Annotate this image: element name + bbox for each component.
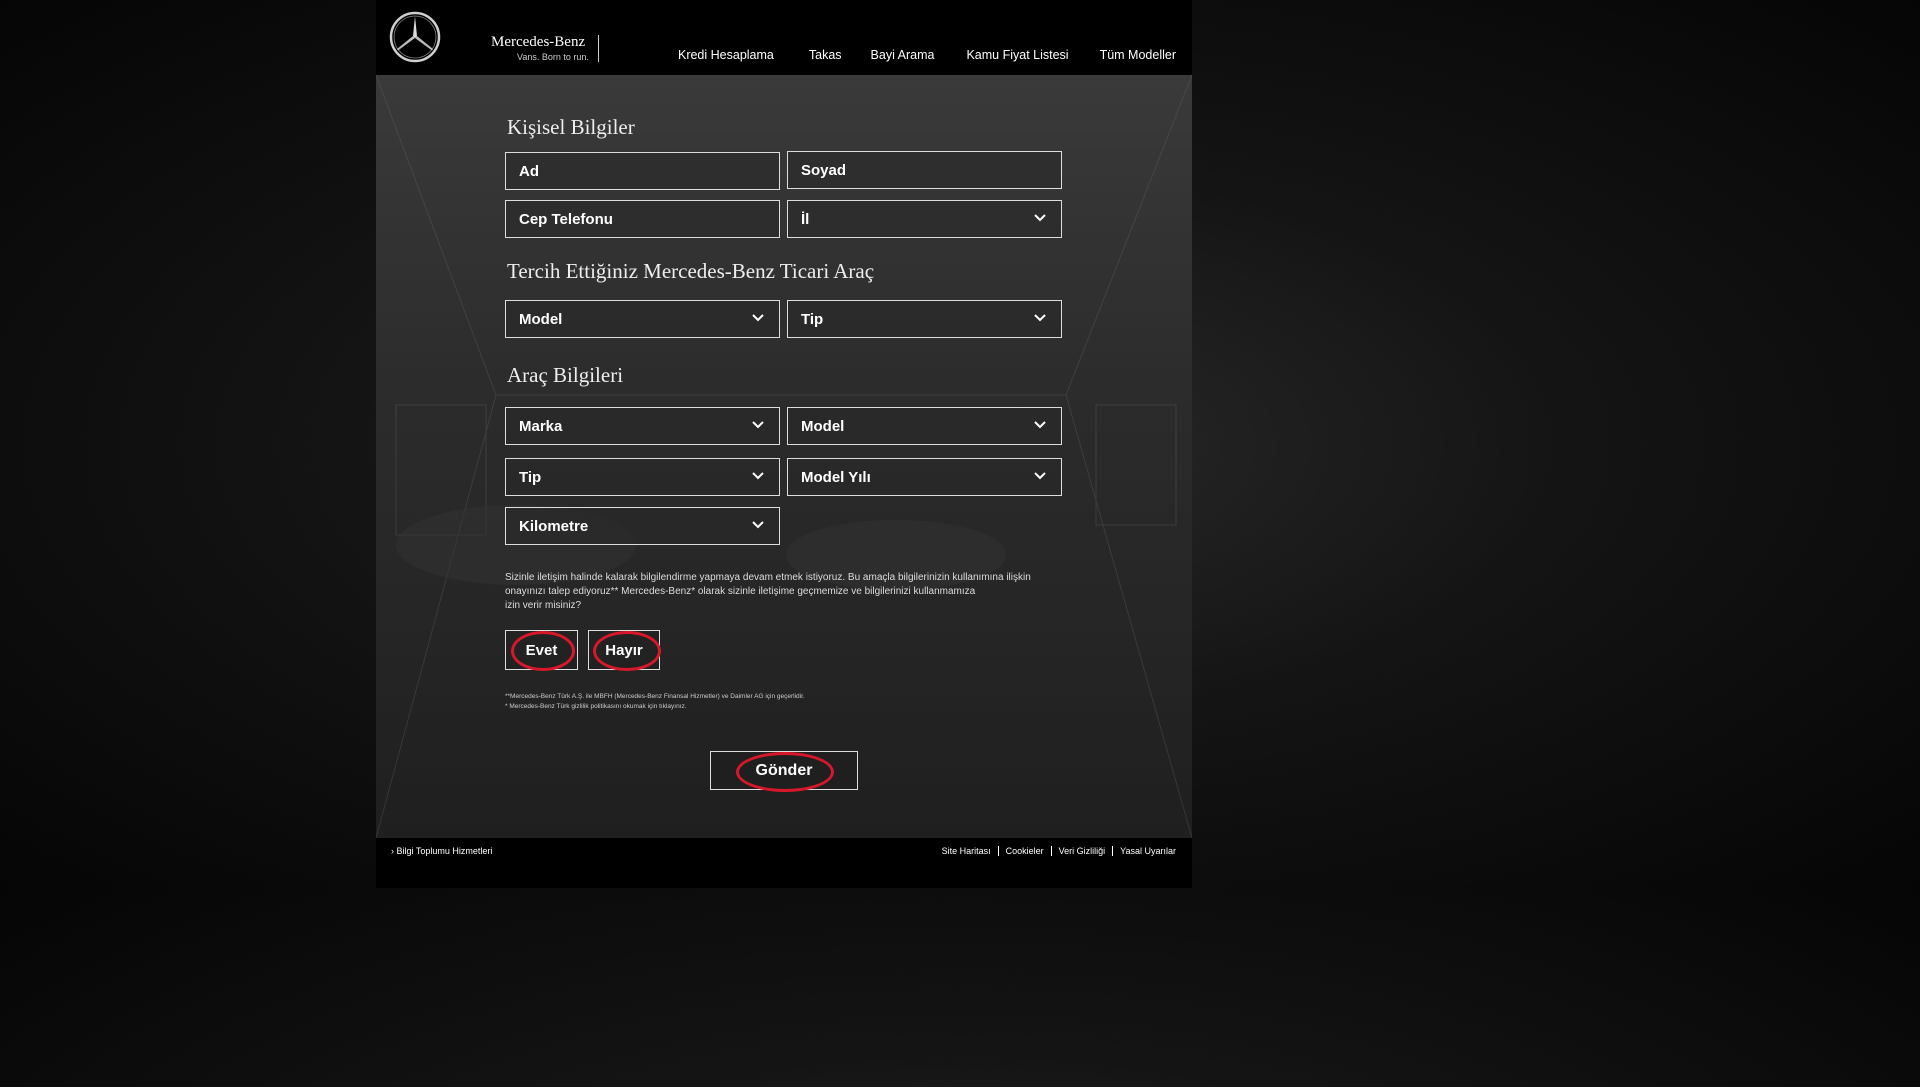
header: Mercedes-Benz Vans. Born to run. Kredi H… [376,0,1192,75]
vehicle-info-title: Araç Bilgileri [507,363,624,387]
privacy-policy-link[interactable]: * Mercedes-Benz Türk gizlilik politikası… [505,702,805,712]
preferred-model-label: Model [519,310,563,328]
vehicle-brand-label: Marka [519,417,563,435]
vehicle-brand-select[interactable]: Marka [505,407,780,445]
brand-tagline: Vans. Born to run. [517,52,589,62]
preferred-type-label: Tip [801,310,824,328]
preferred-vehicle-title: Tercih Ettiğiniz Mercedes-Benz Ticari Ar… [507,259,875,283]
last-name-placeholder: Soyad [801,161,847,179]
footer-link-legal[interactable]: Yasal Uyarılar [1120,846,1176,856]
preferred-model-select[interactable]: Model [505,300,780,338]
vehicle-model-label: Model [801,417,845,435]
garage-background [376,75,1192,838]
consent-yes-button[interactable]: Evet [505,630,578,670]
consent-line: Sizinle iletişim halinde kalarak bilgile… [505,572,1031,583]
city-placeholder: İl [801,210,810,228]
footer-links: Site Haritası Cookieler Veri Gizliliği Y… [942,846,1176,856]
vehicle-year-label: Model Yılı [801,468,871,486]
footer-separator [1050,846,1052,856]
form-area: Kişisel Bilgiler Ad Soyad Cep Telefonu İ… [376,75,1192,838]
footer-left-link[interactable]: › Bilgi Toplumu Hizmetleri [391,846,492,856]
fine-print-line: **Mercedes-Benz Türk A.Ş. ile MBFH (Merc… [505,693,805,700]
consent-line: onayınızı talep ediyoruz** Mercedes-Benz… [505,586,976,597]
vehicle-year-select[interactable]: Model Yılı [787,458,1062,496]
main-nav: Kredi Hesaplama Takas Bayi Arama Kamu Fi… [678,48,1176,62]
preferred-type-select[interactable]: Tip [787,300,1062,338]
chevron-down-icon [752,521,764,529]
consent-yes-label: Evet [525,641,558,659]
mercedes-star-logo[interactable] [389,11,441,63]
nav-tum-modeller[interactable]: Tüm Modeller [1100,48,1176,62]
vehicle-model-select[interactable]: Model [787,407,1062,445]
footer-separator [997,846,999,856]
chevron-down-icon [1034,314,1046,322]
consent-line: izin verir misiniz? [505,600,582,611]
submit-label: Gönder [755,761,813,779]
nav-kamu-fiyat-listesi[interactable]: Kamu Fiyat Listesi [966,48,1068,62]
vehicle-type-label: Tip [519,468,542,486]
personal-info-title: Kişisel Bilgiler [507,115,635,139]
consent-no-label: Hayır [605,641,643,659]
footer-link-privacy[interactable]: Veri Gizliliği [1059,846,1106,856]
consent-no-button[interactable]: Hayır [588,630,660,670]
last-name-field[interactable]: Soyad [787,151,1062,189]
submit-button[interactable]: Gönder [710,751,858,790]
footer-separator [1112,846,1114,856]
vehicle-km-label: Kilometre [519,517,589,535]
fine-print: **Mercedes-Benz Türk A.Ş. ile MBFH (Merc… [505,692,805,712]
footer-link-cookies[interactable]: Cookieler [1006,846,1044,856]
brand-divider [598,35,599,62]
consent-text: Sizinle iletişim halinde kalarak bilgile… [505,571,1065,613]
nav-kredi-hesaplama[interactable]: Kredi Hesaplama [678,48,774,62]
chevron-down-icon [752,421,764,429]
first-name-field[interactable]: Ad [505,152,780,190]
vehicle-km-select[interactable]: Kilometre [505,507,780,545]
footer-left-label: Bilgi Toplumu Hizmetleri [396,846,493,856]
vehicle-type-select[interactable]: Tip [505,458,780,496]
chevron-down-icon [1034,421,1046,429]
brand-name: Mercedes-Benz [491,34,586,50]
city-select[interactable]: İl [787,200,1062,238]
chevron-right-icon: › [391,846,394,856]
nav-takas[interactable]: Takas [809,48,842,62]
footer: › Bilgi Toplumu Hizmetleri Site Haritası… [376,838,1192,888]
nav-bayi-arama[interactable]: Bayi Arama [871,48,935,62]
chevron-down-icon [752,472,764,480]
first-name-placeholder: Ad [519,162,539,180]
phone-placeholder: Cep Telefonu [519,210,613,228]
chevron-down-icon [752,314,764,322]
chevron-down-icon [1034,214,1046,222]
page: Mercedes-Benz Vans. Born to run. Kredi H… [376,0,1192,888]
phone-field[interactable]: Cep Telefonu [505,200,780,238]
chevron-down-icon [1034,472,1046,480]
footer-link-site-map[interactable]: Site Haritası [942,846,991,856]
